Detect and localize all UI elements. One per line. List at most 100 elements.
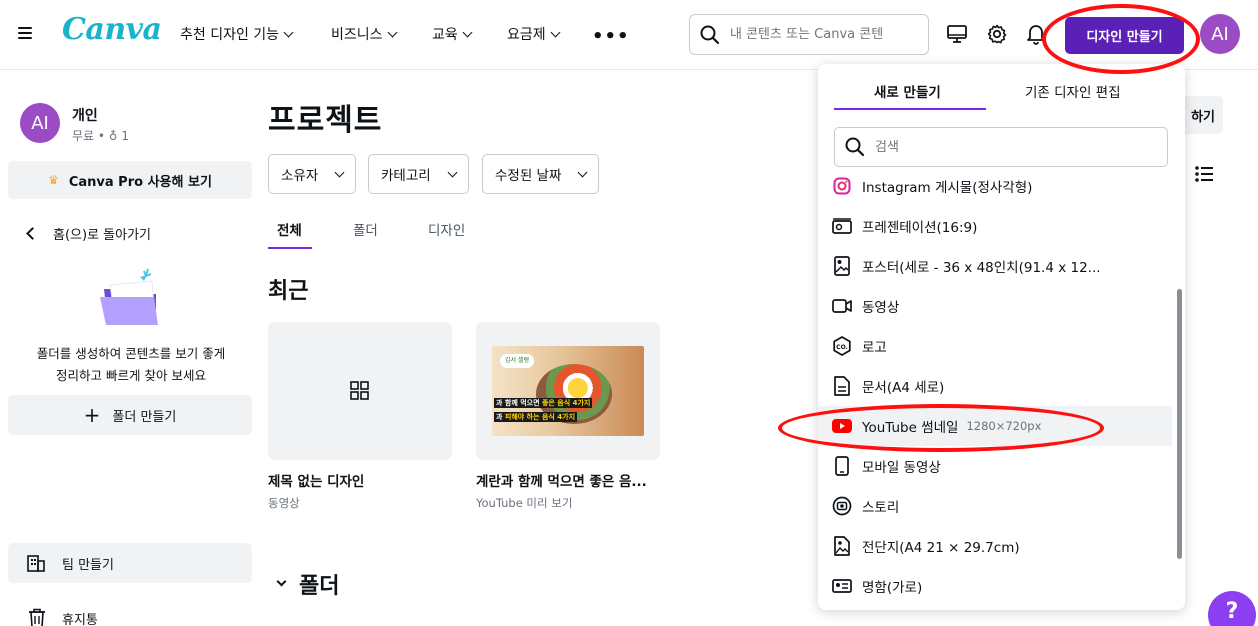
logo-icon: CO. [832,336,852,356]
desktop-app-icon[interactable] [945,22,969,46]
nav-business[interactable]: 비즈니스 [331,24,397,44]
design-card-thumbnail[interactable] [268,322,452,460]
create-folder-button[interactable]: + 폴더 만들기 [8,395,252,435]
search-icon [845,137,865,157]
create-design-button[interactable]: 디자인 만들기 [1065,17,1184,54]
help-button[interactable]: ? [1208,591,1256,626]
dd-item-youtube-thumbnail[interactable]: YouTube 썸네일 1280×720px [818,406,1172,446]
user-avatar[interactable]: AI [1200,14,1240,54]
trash-label: 휴지통 [62,612,98,626]
hamburger-menu-icon[interactable] [18,24,38,44]
folders-section-title: 폴더 [299,574,340,599]
list-view-icon[interactable] [1186,156,1222,192]
tab-edit-existing[interactable]: 기존 디자인 편집 [1025,81,1121,101]
design-card-title[interactable]: 제목 없는 디자인 [268,470,364,490]
thumb-line-2b: 피해야 하는 음식 4가지 [504,413,576,421]
dropdown-search-input[interactable] [875,139,1155,155]
filter-modified-date[interactable]: 수정된 날짜 [482,154,600,194]
folders-section-header[interactable]: 폴더 [276,568,340,600]
dd-item-label: Instagram 게시물(정사각형) [862,180,1033,196]
design-card-title[interactable]: 계란과 함께 먹으면 좋은 음... [476,470,660,490]
active-tab-indicator [268,247,312,249]
create-team-button[interactable]: 팀 만들기 [8,543,252,583]
back-link-label: 홈(으)로 돌아가기 [53,228,151,243]
chevron-down-icon [283,27,294,37]
try-canva-pro-button[interactable]: ♛ Canva Pro 사용해 보기 [8,161,252,199]
filter-category-label: 카테고리 [381,168,431,184]
members-icon: ♁ [108,129,118,143]
dd-item-story[interactable]: 스토리 [818,486,1172,526]
profile-name[interactable]: 개인 [72,105,98,125]
story-icon [832,496,852,516]
dd-item-poster[interactable]: 포스터(세로 - 36 x 48인치(91.4 x 12... [818,246,1172,286]
more-options-icon[interactable]: ••• [592,26,630,47]
youtube-icon [832,416,852,436]
dd-item-flyer[interactable]: 전단지(A4 21 × 29.7cm) [818,526,1172,566]
dd-item-mobile-video[interactable]: 모바일 동영상 [818,446,1172,486]
dd-item-label: 모바일 동영상 [862,460,941,476]
dd-item-video[interactable]: 동영상 [818,286,1172,326]
members-count: 1 [121,129,130,143]
dd-item-business-card[interactable]: 명함(가로) [818,566,1172,606]
dropdown-search[interactable] [834,127,1168,167]
document-icon [832,376,852,396]
folder-desc-line-2: 정리하고 빠르게 찾아 보세요 [56,368,206,383]
create-design-dropdown: 새로 만들기 기존 디자인 편집 Instagram 게시물(정사각형) 프레젠… [818,64,1185,610]
tab-all[interactable]: 전체 [277,219,302,239]
thumbnail-caption-2: 과 피해야 하는 음식 4가지 [494,412,578,422]
create-folder-label: 폴더 만들기 [112,409,177,425]
dd-item-presentation[interactable]: 프레젠테이션(16:9) [818,206,1172,246]
search-input[interactable] [730,27,910,42]
dd-item-document[interactable]: 문서(A4 세로) [818,366,1172,406]
settings-gear-icon[interactable] [985,22,1009,46]
pro-button-label: Canva Pro 사용해 보기 [68,174,212,190]
chevron-down-icon [577,167,588,177]
canva-logo[interactable]: Canva [62,12,162,47]
filter-owner[interactable]: 소유자 [268,154,357,194]
trash-icon [29,608,45,626]
thumb-line-1a: 과 함께 먹으면 [496,399,542,407]
dropdown-scrollbar[interactable] [1177,289,1182,559]
nav-pricing[interactable]: 요금제 [507,24,561,44]
design-card-thumbnail[interactable]: 김서 셀렝 과 함께 먹으면 좋은 음식 4가지 과 피해야 하는 음식 4가지 [476,322,660,460]
dropdown-active-tab-indicator [834,108,986,110]
instagram-icon [832,176,852,196]
team-avatar[interactable]: AI [20,103,60,143]
chevron-down-icon [462,27,473,37]
chevron-down-icon [550,27,561,37]
notification-bell-icon[interactable] [1024,22,1048,46]
nav-featured[interactable]: 추천 디자인 기능 [180,24,294,44]
thumbnail-badge: 김서 셀렝 [500,354,534,368]
filter-date-label: 수정된 날짜 [495,168,562,184]
nav-education[interactable]: 교육 [432,24,473,44]
nav-education-label: 교육 [432,27,458,43]
search-bar[interactable] [689,14,929,55]
search-icon [700,25,720,44]
tab-create-new[interactable]: 새로 만들기 [874,81,941,101]
thumbnail-caption-1: 과 함께 먹으면 좋은 음식 4가지 [494,398,593,408]
filter-category[interactable]: 카테고리 [368,154,469,194]
canva-projects-page: Canva 추천 디자인 기능 비즈니스 교육 요금제 ••• 내 콘텐츠 또는… [0,0,1258,626]
create-team-label: 팀 만들기 [62,557,114,573]
chevron-down-icon [447,167,458,177]
dd-item-size: 1280×720px [966,419,1042,433]
dd-item-instagram-post[interactable]: Instagram 게시물(정사각형) [818,166,1172,206]
trash-link[interactable]: 휴지통 [28,608,98,626]
business-card-icon [832,576,852,596]
design-card-type: YouTube 미리 보기 [476,496,573,510]
thumb-line-1b: 좋은 음식 4가지 [541,399,591,407]
tab-folders[interactable]: 폴더 [353,219,378,239]
chevron-down-icon [276,576,287,586]
chevron-left-icon [26,227,39,240]
presentation-icon [832,216,852,236]
top-header: Canva 추천 디자인 기능 비즈니스 교육 요금제 ••• 내 콘텐츠 또는… [0,0,1258,70]
plan-label: 무료 • [72,129,109,143]
crown-icon: ♛ [48,173,59,187]
dd-item-label: 로고 [862,340,887,356]
nav-featured-label: 추천 디자인 기능 [180,27,280,43]
tab-designs[interactable]: 디자인 [428,219,465,239]
dd-item-label: 명함(가로) [862,580,923,596]
dd-item-logo[interactable]: CO. 로고 [818,326,1172,366]
building-icon [27,555,45,572]
back-to-home-link[interactable]: 홈(으)로 돌아가기 [26,224,151,243]
